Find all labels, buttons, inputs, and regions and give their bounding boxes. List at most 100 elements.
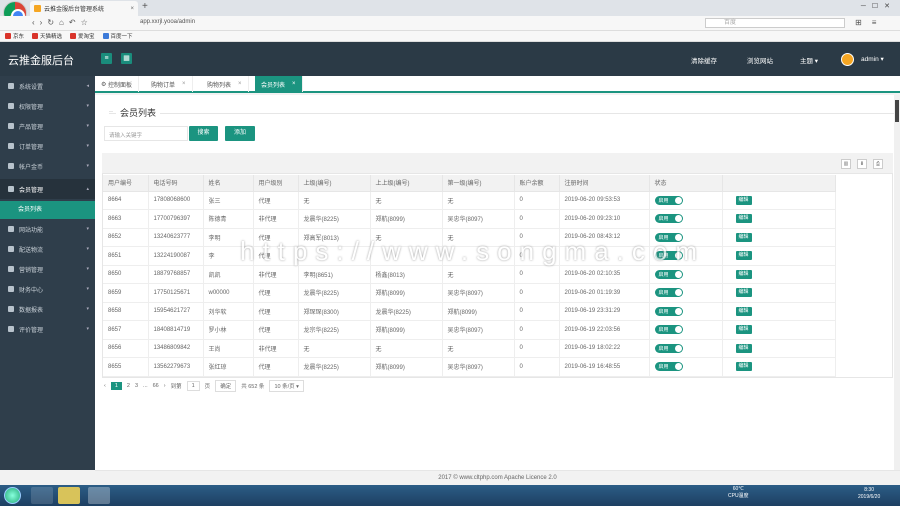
table-cell: 非代理 — [253, 339, 299, 358]
table-row[interactable]: 8656 13486809842 王尚 非代理无无无 0 2019-06-19 18:02… — [103, 339, 836, 358]
table-row[interactable]: 8657 18408814719 罗小林 代理 龙宗华(8225) 郑航(8099) 吴忠华… — [103, 320, 836, 340]
sidebar-subitem-member-list[interactable]: 会员列表 — [0, 201, 95, 219]
table-row[interactable]: 8650 18879768857 凯凯 非代理 李明(8651) 杨鑫(8013) 无 0 20… — [103, 265, 836, 284]
sidebar-item-label: 权限管理 — [19, 104, 44, 111]
table-cell: 代理 — [253, 283, 299, 303]
sidebar-item-site[interactable]: 网站功能 ▾ — [0, 219, 95, 239]
search-button[interactable]: 搜索 — [189, 126, 218, 141]
edit-button[interactable]: 编辑 — [735, 269, 752, 279]
close-icon[interactable]: × — [182, 81, 186, 87]
status-toggle[interactable]: 启用 — [654, 362, 683, 372]
user-menu[interactable]: admin ▾ — [861, 55, 884, 63]
per-page-select[interactable]: 10 条/页 ▾ — [269, 380, 304, 392]
next-page-icon[interactable]: › — [164, 383, 166, 389]
table-cell: 无 — [298, 191, 371, 210]
tab-orders[interactable]: 购物订单 × — [145, 76, 193, 92]
page-number[interactable]: 3 — [135, 383, 138, 389]
goto-page-input[interactable]: 1 — [186, 381, 200, 391]
edit-button[interactable]: 编辑 — [735, 251, 752, 261]
clock[interactable]: 8:30 2019/6/20 — [858, 487, 880, 501]
taskbar-app-chrome[interactable] — [88, 487, 110, 504]
sidebar-item-marketing[interactable]: 营销管理 ▾ — [0, 259, 95, 279]
bookmark-item[interactable]: 天猫精选 — [32, 32, 62, 40]
theme-menu[interactable]: 主题 ▾ — [800, 55, 818, 65]
table-row[interactable]: 8659 17750125671 w00000 代理 龙晨华(8225) 郑航(8099)… — [103, 283, 836, 303]
print-icon[interactable]: ⎙ — [873, 159, 883, 169]
close-icon[interactable]: × — [292, 81, 296, 87]
edit-button[interactable]: 编辑 — [735, 325, 752, 335]
chevron-down-icon: ▾ — [86, 123, 89, 129]
view-site-link[interactable]: 浏览网站 — [747, 55, 773, 65]
export-icon[interactable]: ⬇ — [857, 159, 867, 169]
status-toggle[interactable]: 启用 — [654, 214, 683, 224]
browser-search-input[interactable]: 百度 — [705, 18, 845, 28]
table-cell: 代理 — [253, 302, 299, 321]
close-icon[interactable]: × — [130, 6, 134, 12]
status-cell: 启用 — [649, 357, 723, 377]
status-toggle[interactable]: 启用 — [654, 195, 683, 205]
tab-dashboard[interactable]: ⚙ 控制面板 — [95, 76, 140, 92]
page-number[interactable]: 66 — [153, 383, 159, 389]
status-toggle[interactable]: 启用 — [654, 269, 683, 279]
sidebar-item-orders[interactable]: 订单管理 ▾ — [0, 136, 95, 156]
clear-cache-link[interactable]: 清除缓存 — [691, 55, 717, 65]
grid-icon[interactable]: ▦ — [121, 53, 132, 64]
table-row[interactable]: 8664 17808068600 张三 代理无无无 0 2019-06-20 09:53:… — [103, 191, 836, 210]
sidebar-item-reports[interactable]: 数据报表 ▾ — [0, 299, 95, 319]
scrollbar[interactable] — [894, 95, 900, 470]
edit-button[interactable]: 编辑 — [735, 288, 752, 298]
sidebar-item-members[interactable]: 会员管理 ▴ — [0, 179, 95, 199]
avatar[interactable] — [841, 53, 854, 66]
browser-tab[interactable]: 云推金服后台管理系统 × — [30, 1, 138, 16]
database-icon — [8, 123, 14, 129]
table-row[interactable]: 8658 15954621727 刘华软 代理 郑琛琛(8300) 龙晨华(8225) 郑航… — [103, 302, 836, 321]
sidebar-item-delivery[interactable]: 配送物流 ▾ — [0, 239, 95, 259]
table-row[interactable]: 8663 17700796397 陈德青 非代理 龙晨华(8225) 郑航(8099) 吴忠… — [103, 209, 836, 229]
sidebar-item-reviews[interactable]: 评价管理 ▾ — [0, 319, 95, 339]
page-number[interactable]: 1 — [110, 382, 122, 390]
sidebar-item-finance[interactable]: 财务中心 ▾ — [0, 279, 95, 299]
taskbar-app-k[interactable] — [31, 487, 53, 504]
bookmark-item[interactable]: 百度一下 — [102, 32, 133, 40]
edit-button[interactable]: 编辑 — [735, 306, 752, 316]
status-toggle[interactable]: 启用 — [654, 325, 683, 335]
sidebar-item-products[interactable]: 产品管理 ▾ — [0, 116, 95, 136]
bookmark-item[interactable]: 爱淘宝 — [70, 32, 95, 40]
start-button[interactable] — [4, 487, 21, 504]
footer: 2017 © www.cltphp.com Apache Licence 2.0 — [95, 470, 900, 485]
table-cell: 0 — [514, 302, 560, 321]
edit-button[interactable]: 编辑 — [735, 232, 752, 242]
columns-icon[interactable]: ▥ — [841, 159, 851, 169]
user-icon — [8, 186, 14, 192]
sidebar-item-system[interactable]: 系统设置 ◂ — [0, 76, 95, 96]
status-toggle[interactable]: 启用 — [654, 306, 683, 316]
edit-button[interactable]: 编辑 — [735, 362, 752, 372]
menu-toggle-icon[interactable]: ≡ — [101, 53, 112, 64]
tab-member-list[interactable]: 会员列表 × — [255, 76, 303, 92]
table-row[interactable]: 8655 13562279673 张红琼 代理 龙晨华(8225) 郑航(8099) 吴忠华… — [103, 357, 836, 377]
tab-shopping-list[interactable]: 购物列表 × — [201, 76, 249, 92]
goto-confirm-button[interactable]: 确定 — [215, 380, 237, 392]
sidebar-item-coins[interactable]: 帐户金币 ▾ — [0, 156, 95, 176]
add-button[interactable]: 添加 — [225, 126, 255, 141]
bookmark-item[interactable]: 京东 — [5, 32, 24, 40]
search-input[interactable]: 请输入关键字 — [104, 126, 188, 141]
page-number[interactable]: 2 — [127, 383, 130, 389]
url-field[interactable]: app.xxrjl.yooa/admin — [140, 19, 195, 25]
status-toggle[interactable]: 启用 — [654, 288, 683, 298]
taskbar-app-wechat[interactable] — [58, 487, 80, 504]
admin-logo[interactable]: 云推金服后台 — [8, 52, 74, 68]
nav-buttons[interactable]: ‹›↻⌂↶☆ — [32, 18, 93, 27]
edit-button[interactable]: 编辑 — [735, 343, 752, 353]
new-tab-button[interactable]: + — [142, 1, 148, 12]
edit-button[interactable]: 编辑 — [735, 214, 752, 224]
status-toggle[interactable]: 启用 — [654, 343, 683, 353]
edit-button[interactable]: 编辑 — [735, 195, 752, 205]
sidebar-item-label: 评价管理 — [19, 327, 44, 334]
scrollbar-thumb[interactable] — [895, 100, 899, 122]
sidebar-item-permission[interactable]: 权限管理 ▾ — [0, 96, 95, 116]
browser-menu-icon[interactable]: ⊞≡ — [855, 18, 886, 27]
window-controls[interactable]: ─☐✕ — [861, 2, 896, 10]
prev-page-icon[interactable]: ‹ — [104, 383, 106, 389]
close-icon[interactable]: × — [238, 81, 242, 87]
